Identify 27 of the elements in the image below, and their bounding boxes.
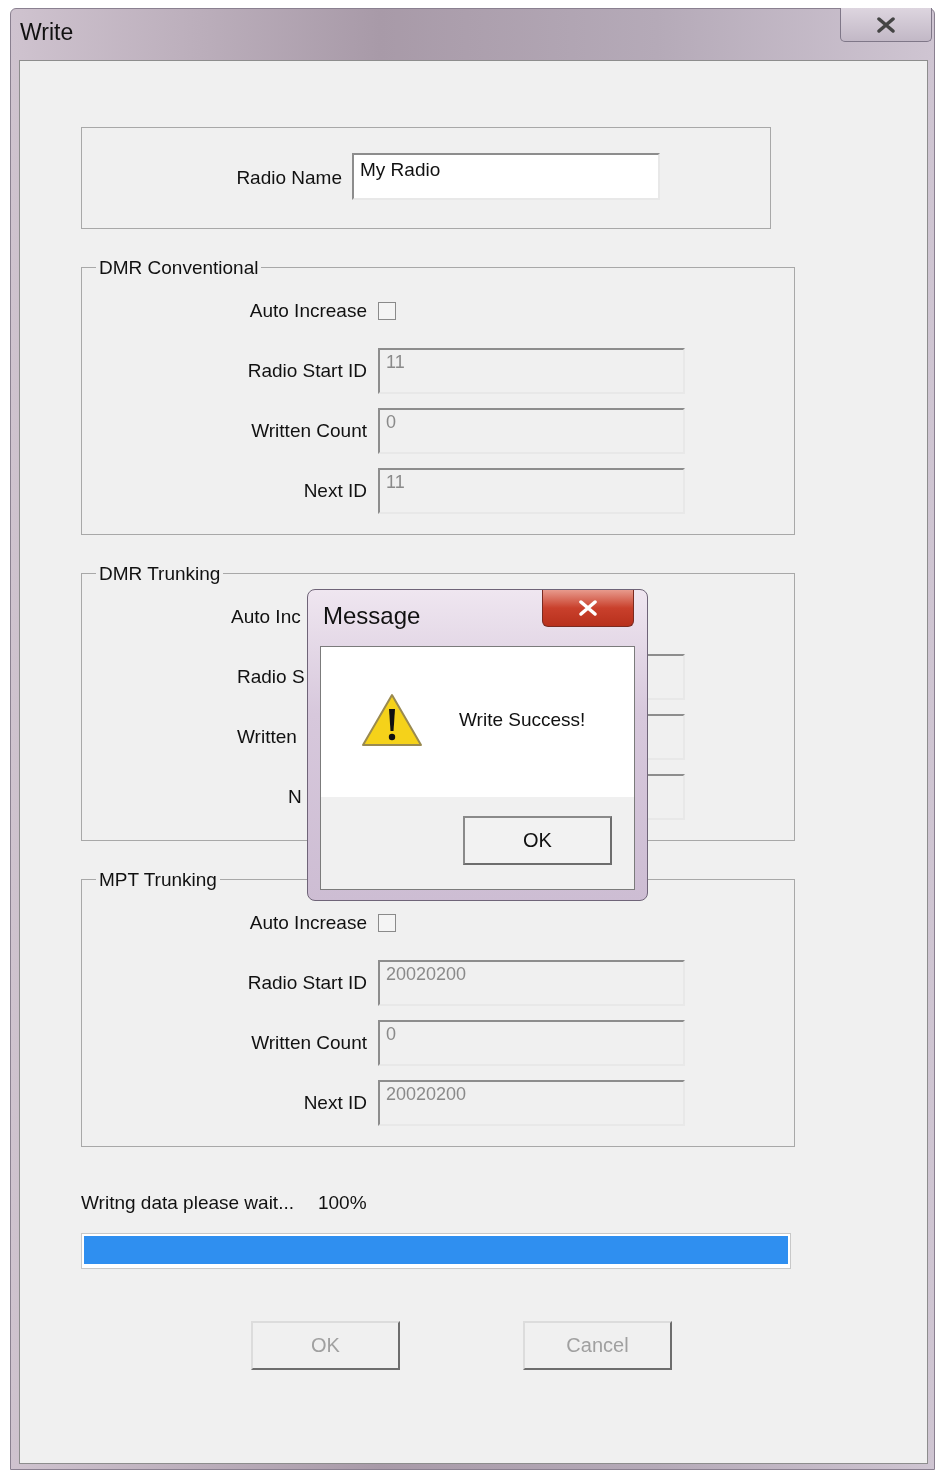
field-label: Auto Increase [248, 300, 368, 322]
window-title: Write [20, 19, 74, 46]
field-label: Radio Name [236, 167, 342, 189]
field-label: Auto Inc [230, 606, 301, 628]
field-label: Next ID [302, 480, 368, 502]
progress-label: Writng data please wait... [81, 1192, 294, 1214]
field-label: Auto Increase [248, 912, 368, 934]
field-label: N [287, 786, 302, 808]
warning-icon [361, 693, 423, 747]
ok-button[interactable]: OK [463, 816, 612, 865]
field-label: Radio Start ID [246, 972, 368, 994]
dialog-title: Message [323, 602, 421, 630]
field-label: Next ID [302, 1092, 368, 1114]
close-icon [578, 600, 598, 616]
close-button[interactable] [542, 590, 634, 627]
close-icon [876, 16, 896, 33]
input-field[interactable]: My Radio [352, 152, 660, 200]
checkbox[interactable] [378, 914, 396, 932]
field-label: Radio Start ID [246, 360, 368, 382]
progress-percent: 100% [318, 1192, 367, 1214]
field-label: Written Count [250, 1032, 368, 1054]
checkbox[interactable] [378, 302, 396, 320]
field-label: Written Count [250, 420, 368, 442]
close-button[interactable] [840, 8, 932, 42]
field-label: Radio S [236, 666, 305, 688]
message-text: Write Success! [459, 709, 586, 731]
field-label: Written [236, 726, 297, 748]
